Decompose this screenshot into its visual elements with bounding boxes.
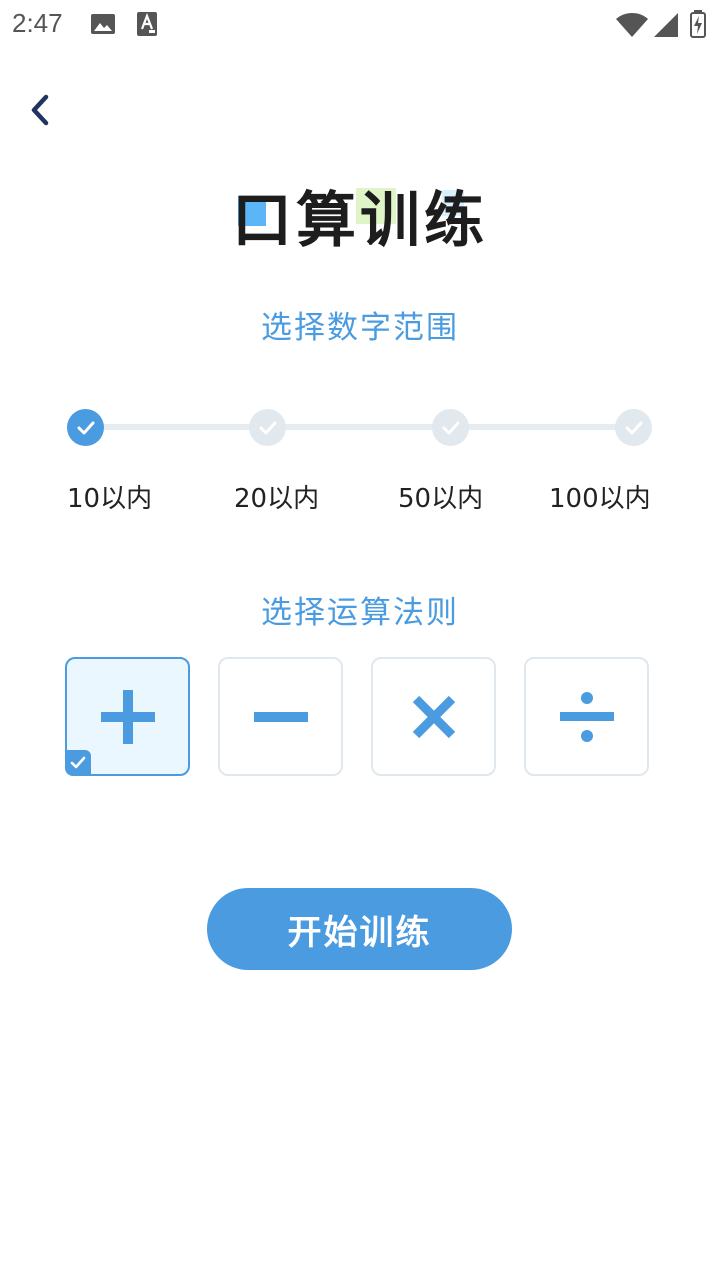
range-option-20[interactable] [249, 409, 286, 446]
chevron-left-icon [31, 94, 49, 126]
multiply-icon [412, 695, 455, 738]
range-option-100[interactable] [615, 409, 652, 446]
operation-divide-button[interactable] [524, 657, 649, 776]
range-label-50[interactable]: 50以内 [398, 478, 483, 515]
check-icon [625, 421, 642, 434]
range-heading: 选择数字范围 [261, 310, 459, 346]
minus-icon [253, 711, 308, 722]
title-label: 口算训练 [232, 186, 488, 256]
image-icon [91, 14, 115, 34]
back-button[interactable] [18, 88, 62, 132]
operation-plus-button[interactable] [65, 657, 190, 776]
status-bar: 2:47 [0, 0, 720, 50]
range-label-100[interactable]: 100以内 [549, 478, 651, 515]
divide-icon [559, 691, 614, 742]
range-label-20[interactable]: 20以内 [234, 478, 319, 515]
status-time: 2:47 [12, 8, 63, 38]
operation-heading: 选择运算法则 [261, 595, 459, 631]
signal-icon [654, 13, 678, 37]
check-icon [77, 421, 94, 434]
range-option-10[interactable] [67, 409, 104, 446]
wifi-icon [616, 13, 648, 37]
selected-check-badge [65, 750, 91, 776]
range-option-50[interactable] [432, 409, 469, 446]
plus-icon [100, 689, 155, 744]
operation-minus-button[interactable] [218, 657, 343, 776]
operation-multiply-button[interactable] [371, 657, 496, 776]
start-training-button[interactable]: 开始训练 [207, 888, 512, 970]
check-icon [259, 421, 276, 434]
page-title: 口算训练 [0, 172, 720, 259]
battery-charging-icon [690, 10, 706, 38]
range-label-10[interactable]: 10以内 [67, 478, 152, 515]
a-icon [137, 12, 157, 36]
check-icon [70, 756, 86, 769]
range-slider-track[interactable] [86, 424, 634, 430]
check-icon [442, 421, 459, 434]
title-text-wrapper: 口算训练 [232, 172, 488, 259]
